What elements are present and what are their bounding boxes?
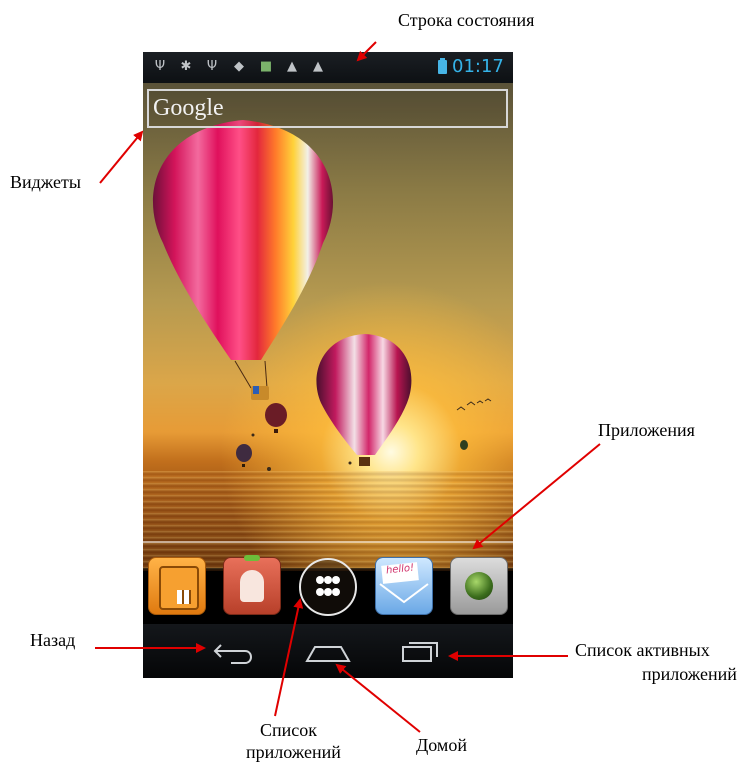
annotation-arrows <box>95 41 601 733</box>
arrow-app-list <box>274 598 304 717</box>
arrow-applications <box>472 443 601 550</box>
arrow-widgets <box>99 130 144 184</box>
arrow-status-bar <box>356 41 377 62</box>
arrow-home <box>335 663 421 733</box>
